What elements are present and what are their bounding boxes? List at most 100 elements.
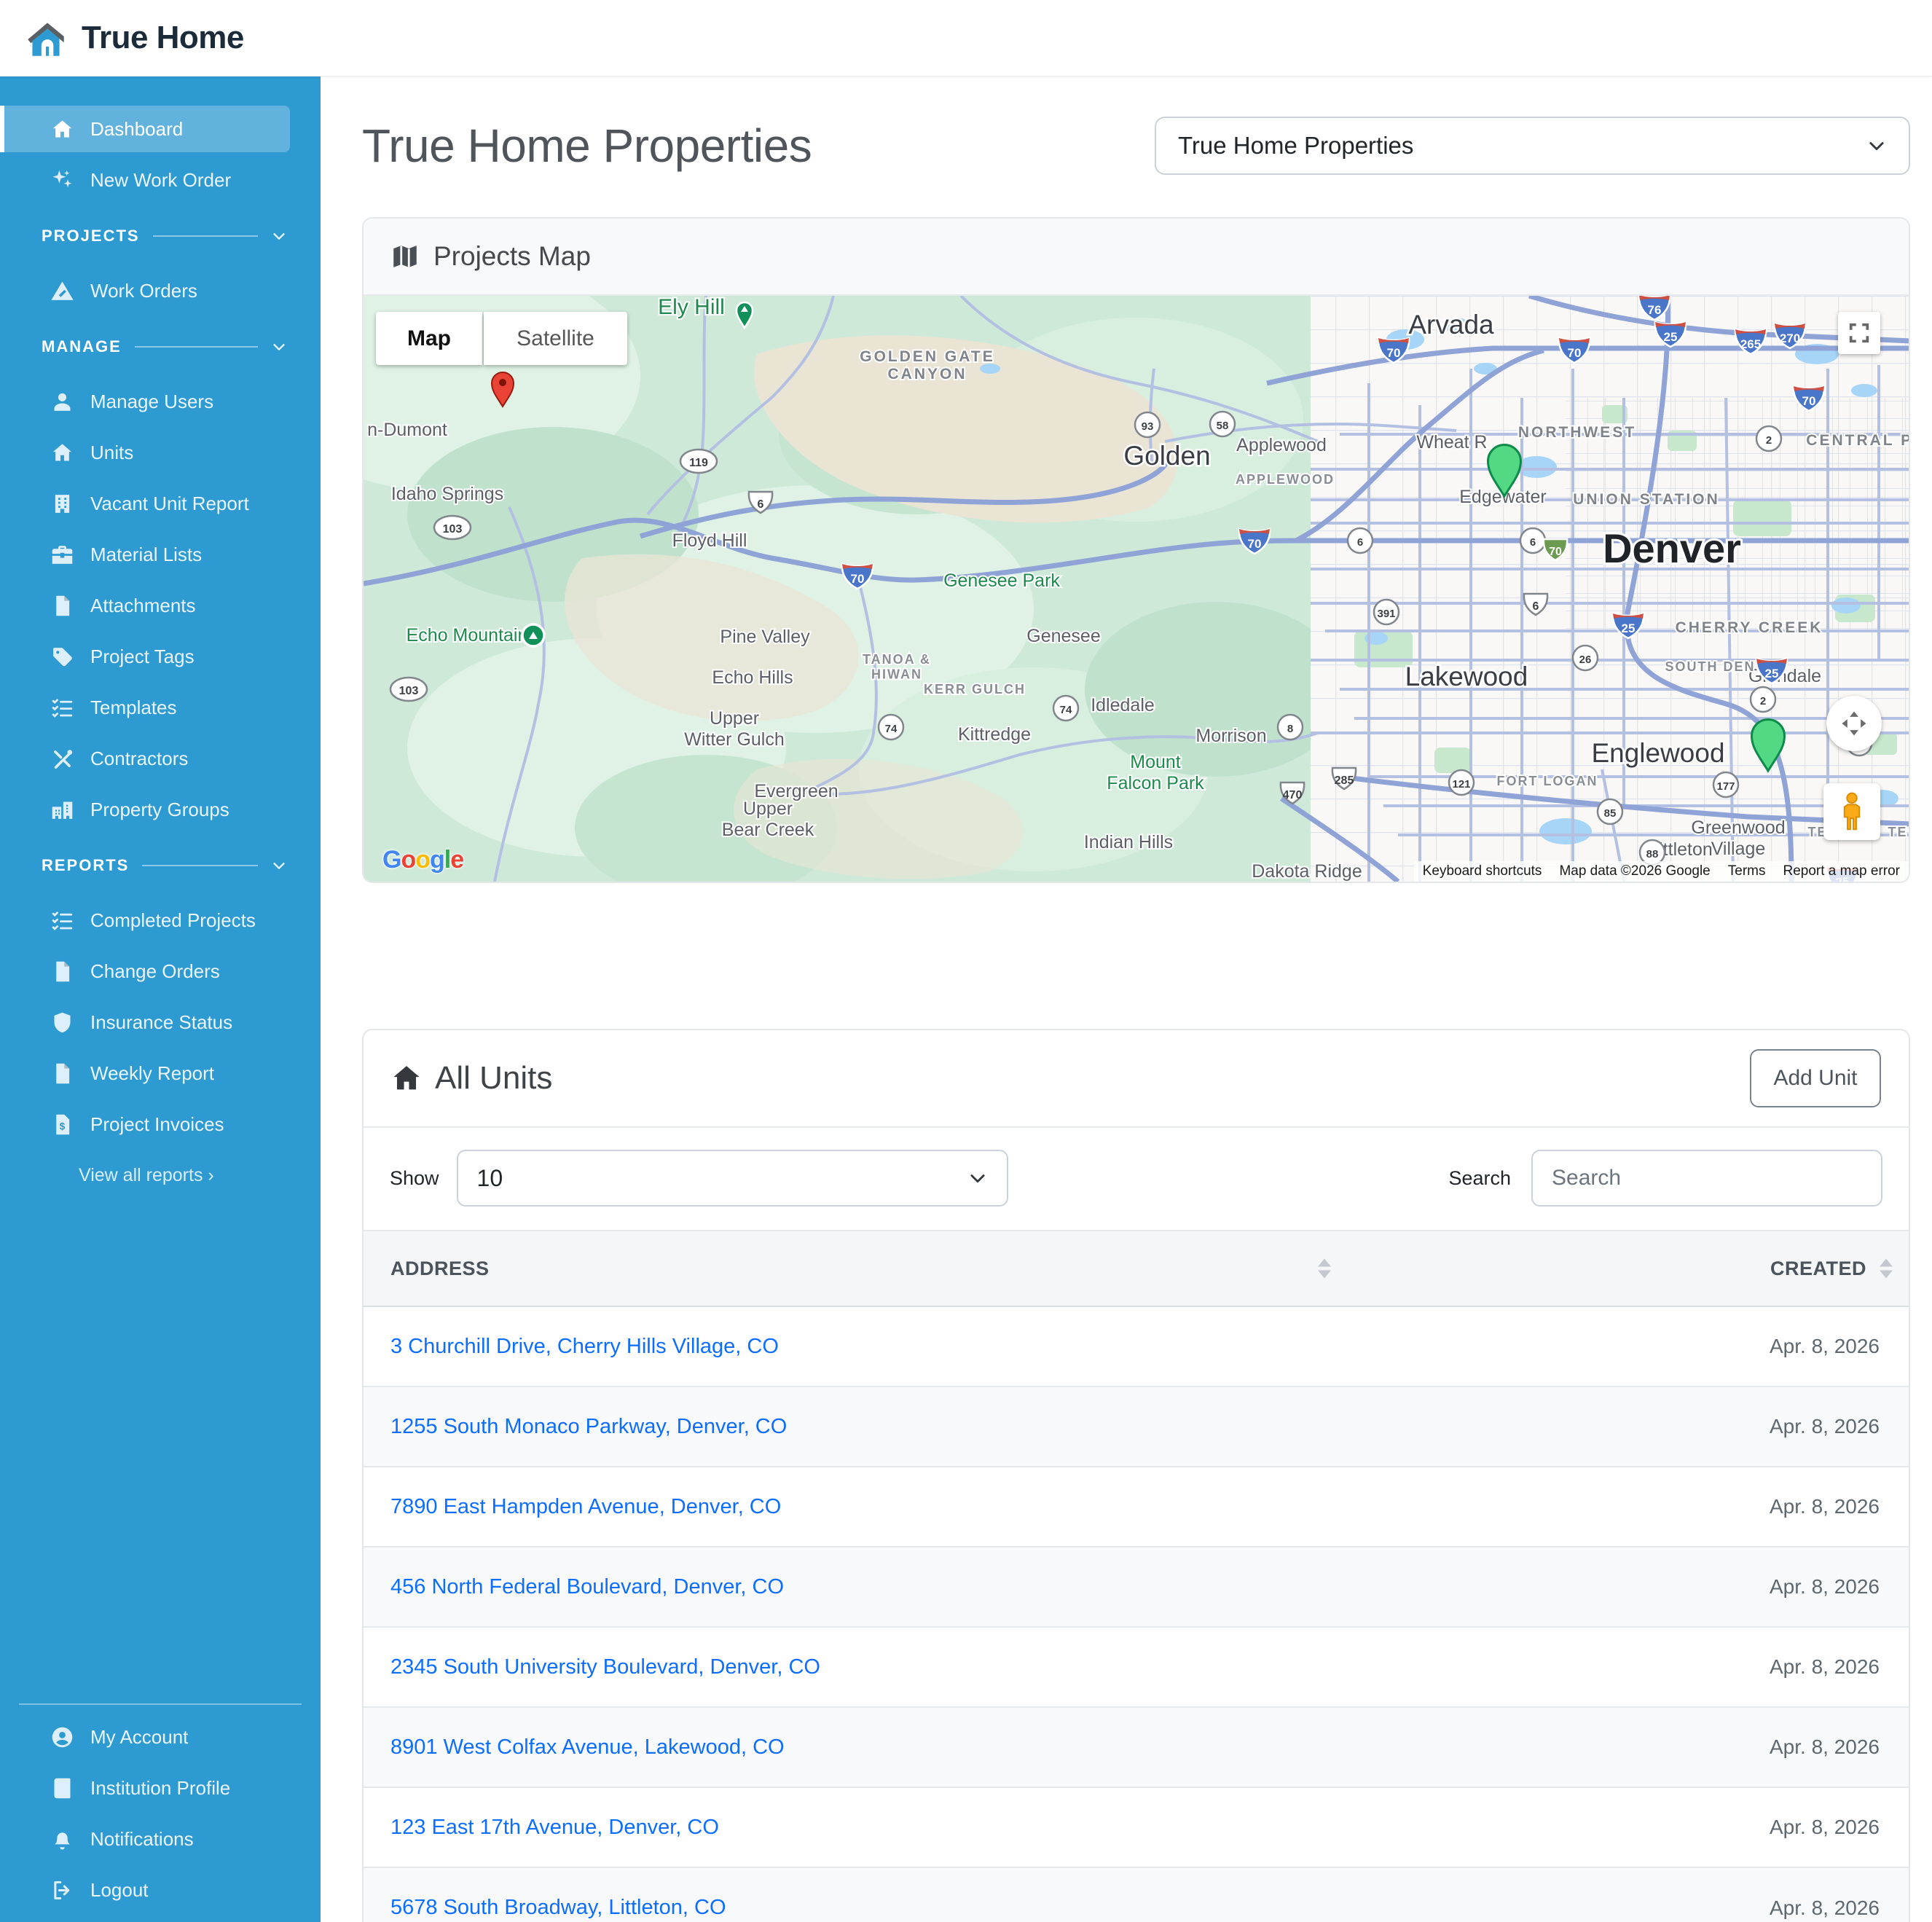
unit-address-link[interactable]: 1255 South Monaco Parkway, Denver, CO <box>390 1415 787 1438</box>
unit-address-link[interactable]: 3 Churchill Drive, Cherry Hills Village,… <box>390 1335 779 1358</box>
table-row: 8901 West Colfax Avenue, Lakewood, COApr… <box>364 1707 1909 1787</box>
projects-map[interactable]: Ely HillGOLDEN GATECANYONArvadan-DumontI… <box>364 296 1909 882</box>
svg-text:103: 103 <box>399 685 419 697</box>
sidebar-item-notifications[interactable]: Notifications <box>0 1816 290 1862</box>
route-shield: 8 <box>1278 715 1303 740</box>
address-cell: 2345 South University Boulevard, Denver,… <box>364 1627 1337 1707</box>
route-shield: 177 <box>1713 772 1738 797</box>
sidebar-item-project-tags[interactable]: Project Tags <box>0 633 290 680</box>
property-select[interactable]: True Home Properties <box>1155 117 1910 175</box>
svg-text:121: 121 <box>1452 778 1470 791</box>
all-units-header: All Units Add Unit <box>364 1030 1909 1128</box>
map-label: Idledale <box>1091 695 1155 715</box>
terms-link[interactable]: Terms <box>1728 863 1766 879</box>
divider <box>153 235 258 237</box>
map-label: KERR GULCH <box>924 682 1026 697</box>
sidebar-item-templates[interactable]: Templates <box>0 684 290 731</box>
satellite-view-button[interactable]: Satellite <box>484 312 627 365</box>
sidebar-item-institution-profile[interactable]: Institution Profile <box>0 1765 290 1811</box>
projects-map-card: Projects Map <box>362 217 1910 883</box>
map-label: Indian Hills <box>1084 832 1173 852</box>
unit-address-link[interactable]: 456 North Federal Boulevard, Denver, CO <box>390 1575 784 1599</box>
sidebar-item-contractors[interactable]: Contractors <box>0 735 290 782</box>
svg-text:470: 470 <box>1283 789 1303 801</box>
sidebar-item-label: Notifications <box>90 1828 194 1851</box>
sort-icon <box>1880 1259 1893 1279</box>
route-shield: 121 <box>1449 770 1474 795</box>
unit-address-link[interactable]: 2345 South University Boulevard, Denver,… <box>390 1655 820 1679</box>
sidebar-item-change-orders[interactable]: Change Orders <box>0 948 290 995</box>
address-column-header[interactable]: ADDRESS <box>364 1231 1337 1306</box>
sidebar-item-insurance-status[interactable]: Insurance Status <box>0 999 290 1046</box>
sidebar-item-project-invoices[interactable]: $Project Invoices <box>0 1101 290 1148</box>
created-column-header[interactable]: CREATED <box>1337 1231 1909 1306</box>
search-input[interactable] <box>1531 1150 1882 1207</box>
google-logo[interactable]: Google <box>382 846 463 874</box>
svg-text:58: 58 <box>1217 420 1229 432</box>
sidebar-item-units[interactable]: Units <box>0 429 290 476</box>
svg-text:391: 391 <box>1377 608 1395 620</box>
dot-green-map-marker[interactable] <box>522 624 544 646</box>
sidebar-section-manage[interactable]: MANAGE <box>0 320 321 374</box>
pegman-streetview-control[interactable] <box>1823 783 1880 840</box>
sidebar-section-projects[interactable]: PROJECTS <box>0 209 321 263</box>
sidebar-item-weekly-report[interactable]: Weekly Report <box>0 1050 290 1097</box>
map-label: Idaho Springs <box>391 484 503 504</box>
unit-address-link[interactable]: 8901 West Colfax Avenue, Lakewood, CO <box>390 1735 785 1759</box>
map-view-button[interactable]: Map <box>376 312 482 365</box>
svg-text:270: 270 <box>1780 332 1800 345</box>
unit-address-link[interactable]: 5678 South Broadway, Littleton, CO <box>390 1896 726 1919</box>
route-shield: 285 <box>1332 768 1356 789</box>
sidebar-item-work-orders[interactable]: Work Orders <box>0 267 290 314</box>
table-row: 456 North Federal Boulevard, Denver, COA… <box>364 1547 1909 1627</box>
map-label: CENTRAL PA <box>1806 432 1909 449</box>
sidebar-item-completed-projects[interactable]: Completed Projects <box>0 897 290 944</box>
map-label: Floyd Hill <box>672 530 747 551</box>
google-logo-letter: g <box>430 846 444 874</box>
route-shield: 6 <box>1348 528 1373 553</box>
sidebar-item-vacant-unit-report[interactable]: Vacant Unit Report <box>0 480 290 527</box>
sidebar-item-label: Property Groups <box>90 799 229 821</box>
fullscreen-button[interactable] <box>1838 312 1880 354</box>
sidebar-item-material-lists[interactable]: Material Lists <box>0 531 290 578</box>
svg-text:$: $ <box>60 1121 66 1131</box>
svg-text:74: 74 <box>1060 704 1072 716</box>
report-map-error-link[interactable]: Report a map error <box>1783 863 1900 879</box>
sidebar-item-label: Dashboard <box>90 118 183 141</box>
table-row: 2345 South University Boulevard, Denver,… <box>364 1627 1909 1707</box>
svg-text:119: 119 <box>689 457 708 469</box>
table-row: 123 East 17th Avenue, Denver, COApr. 8, … <box>364 1787 1909 1867</box>
sidebar-item-property-groups[interactable]: Property Groups <box>0 786 290 833</box>
sidebar-item-label: Units <box>90 442 133 464</box>
map-canvas[interactable]: Ely HillGOLDEN GATECANYONArvadan-DumontI… <box>364 296 1909 882</box>
svg-text:6: 6 <box>758 498 764 511</box>
pan-control[interactable] <box>1826 696 1882 751</box>
sidebar-item-label: Insurance Status <box>90 1011 232 1034</box>
address-cell: 5678 South Broadway, Littleton, CO <box>364 1867 1337 1922</box>
sidebar-item-attachments[interactable]: Attachments <box>0 582 290 629</box>
add-unit-button[interactable]: Add Unit <box>1750 1049 1881 1107</box>
unit-address-link[interactable]: 123 East 17th Avenue, Denver, CO <box>390 1816 719 1839</box>
route-shield: 391 <box>1374 600 1399 624</box>
sidebar-item-label: Completed Projects <box>90 909 256 932</box>
svg-text:70: 70 <box>1387 346 1401 360</box>
keyboard-shortcuts-link[interactable]: Keyboard shortcuts <box>1423 863 1542 879</box>
view-all-reports-link[interactable]: View all reports › <box>0 1152 321 1199</box>
route-shield: 74 <box>879 715 903 740</box>
sidebar-item-my-account[interactable]: My Account <box>0 1714 290 1760</box>
sidebar-item-manage-users[interactable]: Manage Users <box>0 378 290 425</box>
table-row: 5678 South Broadway, Littleton, COApr. 8… <box>364 1867 1909 1922</box>
sidebar-item-new-work-order[interactable]: New Work Order <box>0 157 290 203</box>
sidebar-section-reports[interactable]: REPORTS <box>0 839 321 893</box>
unit-address-link[interactable]: 7890 East Hampden Avenue, Denver, CO <box>390 1495 781 1518</box>
sidebar-item-logout[interactable]: Logout <box>0 1867 290 1913</box>
bell-icon <box>50 1827 74 1851</box>
chevron-down-icon <box>1866 136 1887 156</box>
show-entries-select[interactable]: 10 <box>457 1150 1008 1207</box>
route-shield: 470 <box>1281 782 1304 804</box>
svg-text:6: 6 <box>1357 536 1363 549</box>
map-label: FORT LOGAN <box>1497 774 1598 788</box>
sidebar-section-title: REPORTS <box>42 856 129 875</box>
sidebar-item-dashboard[interactable]: Dashboard <box>0 106 290 152</box>
svg-text:6: 6 <box>1530 536 1536 549</box>
